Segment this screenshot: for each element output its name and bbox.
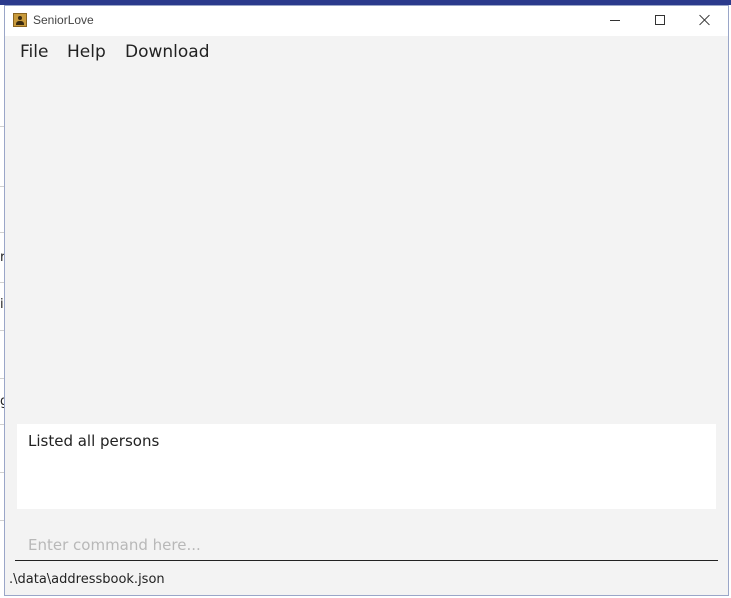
menu-file[interactable]: File [18,42,50,62]
title-bar[interactable]: SeniorLove [5,6,728,36]
result-message: Listed all persons [28,432,160,450]
window-title: SeniorLove [33,13,94,27]
command-input[interactable] [15,526,718,561]
address-book-icon [13,13,27,27]
menu-bar: File Help Download [5,36,728,70]
menu-download[interactable]: Download [123,42,212,62]
result-display[interactable]: Listed all persons [17,424,716,509]
minimize-button[interactable] [592,6,638,36]
close-icon [699,14,711,26]
maximize-icon [655,15,665,25]
app-window: SeniorLove File Help Download Listed all… [4,5,729,596]
minimize-icon [610,20,620,21]
status-bar-save-location: .\data\addressbook.json [9,572,165,587]
maximize-button[interactable] [637,6,683,36]
menu-help[interactable]: Help [65,42,108,62]
close-button[interactable] [682,6,728,36]
